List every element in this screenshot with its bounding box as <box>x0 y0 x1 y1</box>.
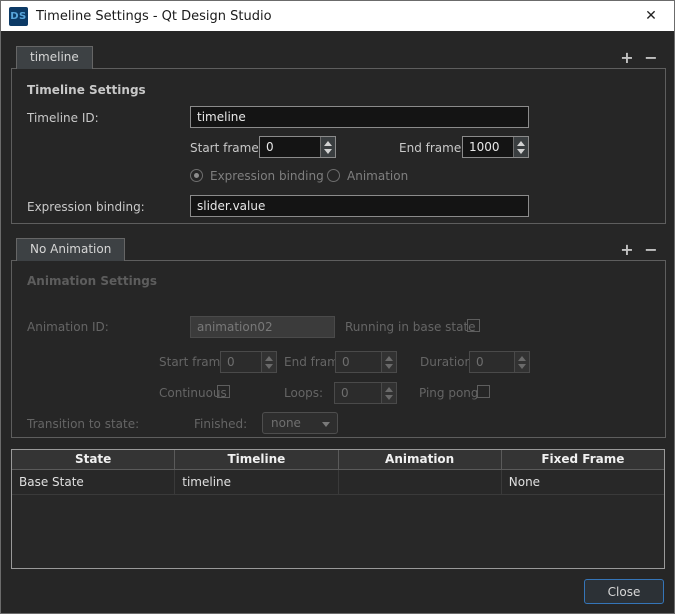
titlebar: DS Timeline Settings - Qt Design Studio … <box>1 1 674 31</box>
cell-animation <box>339 470 502 494</box>
cell-fixed-frame: None <box>508 475 541 489</box>
close-button[interactable]: Close <box>584 579 664 604</box>
header-fixed-frame[interactable]: Fixed Frame <box>502 450 664 469</box>
expression-binding-radio-label: Expression binding <box>210 169 324 183</box>
header-timeline[interactable]: Timeline <box>175 450 339 469</box>
start-frame-label: Start frame: <box>190 141 263 155</box>
expression-binding-label: Expression binding: <box>27 200 145 214</box>
table-empty-area <box>12 495 664 568</box>
spinner-arrows-icon[interactable] <box>320 137 335 157</box>
ping-pong-label: Ping pong <box>419 386 479 400</box>
animation-add-button[interactable]: + <box>617 239 637 259</box>
spinner-arrows-icon <box>261 352 276 372</box>
window-close-icon[interactable]: ✕ <box>628 1 674 31</box>
end-frame-spinner[interactable]: 1000 <box>462 136 529 158</box>
spinner-arrows-icon[interactable] <box>513 137 528 157</box>
transition-to-state-label: Transition to state: <box>27 417 140 431</box>
spinner-arrows-icon <box>381 383 396 403</box>
timeline-add-button[interactable]: + <box>617 47 637 67</box>
expression-binding-radio <box>190 169 203 182</box>
app-logo-icon: DS <box>9 6 28 26</box>
states-table: State Timeline Animation Fixed Frame Bas… <box>11 449 665 569</box>
end-frame-label: End frame: <box>399 141 466 155</box>
timeline-id-input[interactable] <box>190 106 529 128</box>
tab-timeline[interactable]: timeline <box>16 46 93 69</box>
finished-dropdown: none <box>262 412 338 434</box>
loops-label: Loops: <box>284 386 324 400</box>
window-title: Timeline Settings - Qt Design Studio <box>36 8 272 24</box>
loops-spinner: 0 <box>334 382 397 404</box>
anim-end-frame-spinner: 0 <box>335 351 397 373</box>
spinner-arrows-icon <box>514 352 529 372</box>
timeline-id-label: Timeline ID: <box>27 111 99 125</box>
animation-id-input <box>190 316 335 338</box>
duration-label: Duration: <box>420 355 477 369</box>
animation-settings-panel: Animation Settings Animation ID: Running… <box>11 260 666 438</box>
continuous-checkbox <box>217 385 230 398</box>
tab-no-animation[interactable]: No Animation <box>16 238 126 261</box>
header-animation[interactable]: Animation <box>339 450 502 469</box>
running-in-base-state-checkbox <box>467 319 480 332</box>
cell-state: Base State <box>12 470 176 494</box>
spinner-arrows-icon <box>381 352 396 372</box>
start-frame-spinner[interactable]: 0 <box>259 136 336 158</box>
expression-binding-input[interactable] <box>190 195 529 217</box>
chevron-down-icon <box>322 422 330 427</box>
animation-radio <box>327 169 340 182</box>
header-state[interactable]: State <box>12 450 176 469</box>
timeline-settings-panel: Timeline Settings Timeline ID: Start fra… <box>11 68 666 224</box>
running-in-base-state-label: Running in base state <box>345 320 476 334</box>
animation-settings-heading: Animation Settings <box>27 274 158 288</box>
states-table-header-row: State Timeline Animation Fixed Frame <box>12 450 664 470</box>
finished-label: Finished: <box>194 417 248 431</box>
timeline-settings-heading: Timeline Settings <box>27 83 146 97</box>
animation-radio-label: Animation <box>347 169 409 183</box>
ping-pong-checkbox <box>477 385 490 398</box>
anim-start-frame-spinner: 0 <box>220 351 277 373</box>
table-row-base-state[interactable]: Base State timeline None <box>12 470 664 495</box>
animation-remove-button[interactable]: − <box>641 239 661 259</box>
timeline-settings-dialog: DS Timeline Settings - Qt Design Studio … <box>0 0 675 614</box>
duration-spinner: 0 <box>469 351 530 373</box>
cell-timeline: timeline <box>175 470 339 494</box>
timeline-remove-button[interactable]: − <box>641 47 661 67</box>
animation-id-label: Animation ID: <box>27 320 109 334</box>
